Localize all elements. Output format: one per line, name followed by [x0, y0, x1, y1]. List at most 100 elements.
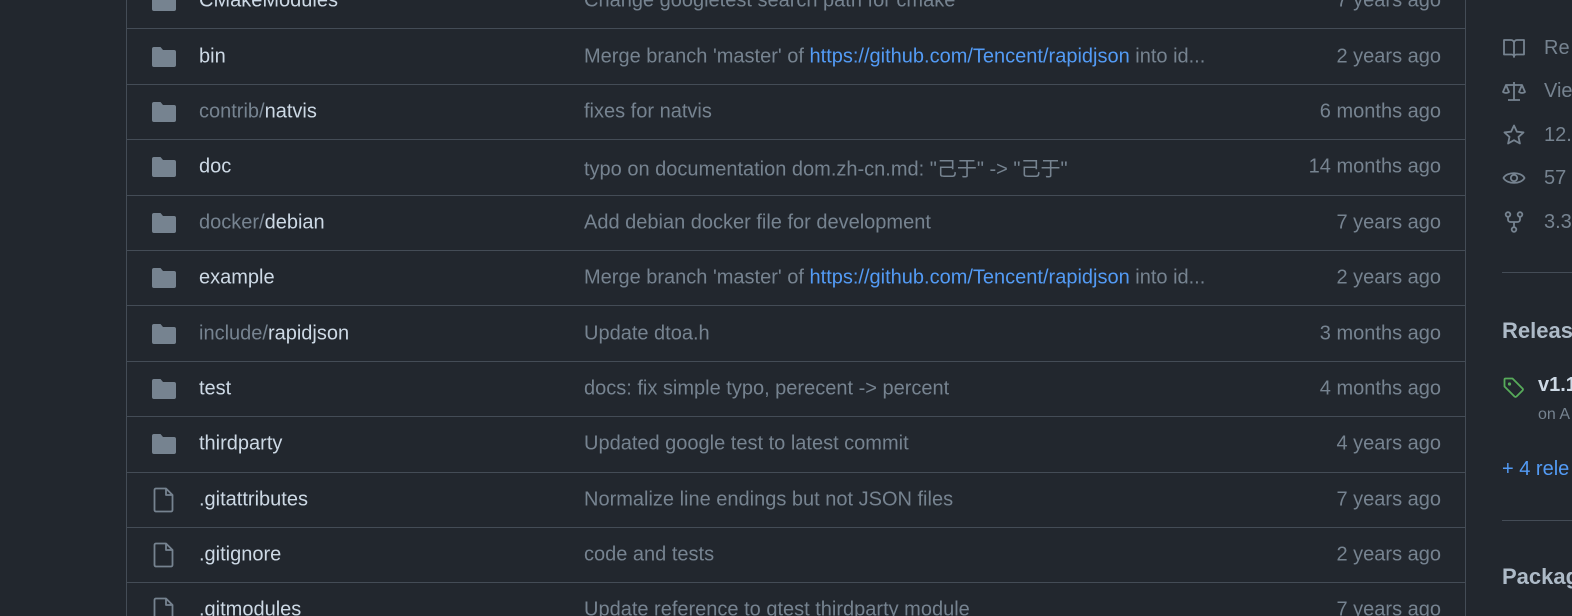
commit-message: Change googletest search path for cmake: [584, 0, 956, 12]
file-name-link[interactable]: contrib/natvis: [199, 100, 317, 123]
file-name: debian: [264, 211, 325, 234]
file-name-link[interactable]: thirdparty: [199, 433, 282, 456]
file-name-link[interactable]: bin: [199, 45, 226, 68]
readme-link[interactable]: Re: [1502, 34, 1572, 62]
commit-message: typo on documentation dom.zh-cn.md: "己于"…: [584, 158, 1068, 181]
sidebar-divider: [1502, 272, 1572, 273]
folder-icon: [151, 44, 177, 70]
license-link[interactable]: Vie: [1502, 77, 1572, 105]
folder-icon: [151, 265, 177, 291]
file-name: thirdparty: [199, 432, 283, 455]
file-icon: [151, 542, 177, 568]
file-name: .gitignore: [199, 543, 282, 566]
commit-time[interactable]: 7 years ago: [1336, 599, 1441, 616]
commit-message-url-link[interactable]: https://github.com/Tencent/rapidjson: [810, 267, 1130, 289]
commit-time[interactable]: 4 months ago: [1320, 377, 1441, 400]
commit-time[interactable]: 14 months ago: [1309, 156, 1441, 179]
folder-icon: [151, 0, 177, 14]
book-icon: [1502, 36, 1526, 60]
file-name: doc: [199, 155, 232, 178]
file-icon: [151, 487, 177, 513]
commit-time[interactable]: 2 years ago: [1336, 544, 1441, 567]
file-name-link[interactable]: doc: [199, 156, 231, 179]
file-name-link[interactable]: docker/debian: [199, 211, 325, 234]
file-name-link[interactable]: .gitignore: [199, 544, 281, 567]
commit-message: Merge branch 'master' of: [584, 266, 810, 289]
path-prefix: docker/: [199, 211, 265, 234]
stars-link[interactable]: 12.: [1502, 121, 1572, 149]
file-row: bin Merge branch 'master' of https://gith…: [127, 29, 1465, 85]
repo-page: CMakeModules Change googletest search pat…: [0, 0, 1572, 616]
file-name: rapidjson: [267, 322, 350, 345]
commit-time[interactable]: 7 years ago: [1336, 211, 1441, 234]
releases-heading[interactable]: Releas: [1502, 318, 1572, 344]
file-name-link[interactable]: CMakeModules: [199, 0, 338, 13]
file-row: thirdparty Updated google test to latest …: [127, 417, 1465, 473]
file-name-link[interactable]: .gitmodules: [199, 599, 301, 616]
folder-icon: [151, 99, 177, 125]
file-row: .gitattributes Normalize line endings but…: [127, 473, 1465, 528]
fork-icon: [1502, 210, 1526, 234]
commit-time[interactable]: 6 months ago: [1320, 100, 1441, 123]
file-row: doc typo on documentation dom.zh-cn.md: "…: [127, 140, 1465, 196]
release-date: on A: [1538, 406, 1571, 423]
file-name: example: [199, 266, 275, 289]
commit-message-link[interactable]: fixes for natvis: [584, 100, 712, 123]
commit-message: docs: fix simple typo, perecent -> perce…: [584, 377, 950, 400]
file-row: CMakeModules Change googletest search pat…: [127, 0, 1465, 30]
tag-icon: [1502, 376, 1526, 400]
file-row: .gitmodules Update reference to gtest thi…: [127, 583, 1465, 616]
commit-message-link[interactable]: Normalize line endings but not JSON file…: [584, 488, 953, 511]
commit-message: code and tests: [584, 543, 715, 566]
folder-icon: [151, 154, 177, 180]
readme-label: Re: [1544, 36, 1570, 59]
commit-time[interactable]: 2 years ago: [1336, 45, 1441, 68]
commit-message-link[interactable]: Update reference to gtest thirdparty mod…: [584, 599, 970, 616]
folder-icon: [151, 431, 177, 457]
path-prefix: contrib/: [199, 100, 265, 123]
forks-link[interactable]: 3.3: [1502, 208, 1572, 236]
commit-message-link[interactable]: Update dtoa.h: [584, 322, 710, 345]
file-row: test docs: fix simple typo, perecent -> p…: [127, 362, 1465, 418]
commit-message-suffix: into id...: [1129, 266, 1206, 289]
commit-time[interactable]: 3 months ago: [1320, 322, 1441, 345]
commit-message: Update reference to gtest thirdparty mod…: [584, 598, 970, 616]
sidebar-divider: [1502, 520, 1572, 521]
path-prefix: include/: [199, 322, 268, 345]
commit-time[interactable]: 4 years ago: [1336, 433, 1441, 456]
file-name-link[interactable]: test: [199, 377, 231, 400]
commit-message-link[interactable]: Merge branch 'master' of https://github.…: [584, 267, 1205, 290]
commit-message-link[interactable]: typo on documentation dom.zh-cn.md: "己于"…: [584, 153, 1068, 182]
packages-heading[interactable]: Packag: [1502, 564, 1572, 590]
file-name-link[interactable]: include/rapidjson: [199, 322, 349, 345]
stars-count: 12.: [1544, 123, 1572, 146]
file-name-link[interactable]: .gitattributes: [199, 488, 308, 511]
star-icon: [1502, 123, 1526, 147]
file-row: include/rapidjson Update dtoa.h 3 months a…: [127, 306, 1465, 362]
commit-message-url-link[interactable]: https://github.com/Tencent/rapidjson: [810, 45, 1130, 67]
commit-message: Add debian docker file for development: [584, 211, 931, 234]
commit-message-link[interactable]: Change googletest search path for cmake: [584, 0, 955, 13]
file-name-link[interactable]: example: [199, 267, 275, 290]
commit-message-link[interactable]: code and tests: [584, 544, 714, 567]
commit-time[interactable]: 7 years ago: [1336, 488, 1441, 511]
commit-message-link[interactable]: Updated google test to latest commit: [584, 433, 909, 456]
file-name: CMakeModules: [199, 0, 338, 12]
commit-message-link[interactable]: docs: fix simple typo, perecent -> perce…: [584, 377, 949, 400]
scale-icon: [1502, 79, 1526, 103]
folder-icon: [151, 376, 177, 402]
latest-release-link[interactable]: v1.1: [1538, 374, 1572, 397]
watchers-link[interactable]: 57: [1502, 164, 1572, 192]
about-sidebar: Re Vie 12. 57 3.3 Releas v1.1 on A + 4 r…: [1502, 0, 1572, 616]
commit-time[interactable]: 2 years ago: [1336, 267, 1441, 290]
more-releases-link[interactable]: + 4 rele: [1502, 458, 1569, 481]
commit-message: Normalize line endings but not JSON file…: [584, 488, 954, 511]
file-name: natvis: [264, 100, 317, 123]
commit-message: Update dtoa.h: [584, 322, 710, 345]
file-name: .gitmodules: [199, 598, 302, 616]
license-label: Vie: [1544, 79, 1572, 102]
commit-message-link[interactable]: Merge branch 'master' of https://github.…: [584, 45, 1205, 68]
commit-time[interactable]: 7 years ago: [1336, 0, 1441, 13]
commit-message-link[interactable]: Add debian docker file for development: [584, 211, 931, 234]
file-name: test: [199, 377, 232, 400]
